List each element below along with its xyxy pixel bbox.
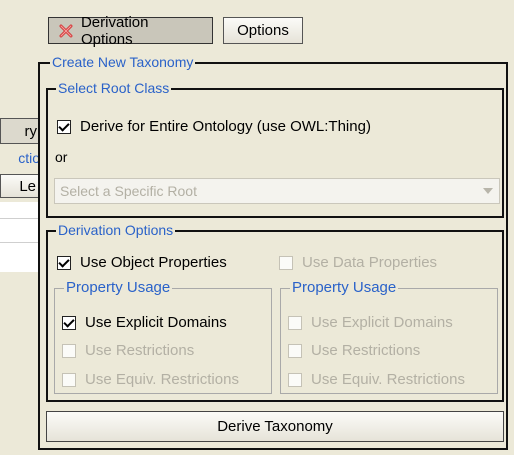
chevron-down-icon: [483, 188, 493, 194]
derive-entire-ontology-checkbox[interactable]: Derive for Entire Ontology (use OWL:Thin…: [57, 118, 371, 135]
left-explicit-domains-label: Use Explicit Domains: [85, 314, 227, 331]
specific-root-select[interactable]: Select a Specific Root: [54, 178, 500, 204]
left-equiv-restrictions-label: Use Equiv. Restrictions: [85, 371, 239, 388]
background-link[interactable]: ctio: [0, 150, 40, 168]
right-restrictions-box[interactable]: [288, 343, 302, 358]
right-equiv-restrictions-box[interactable]: [288, 372, 302, 387]
background-button[interactable]: Le: [0, 174, 40, 198]
derivation-options-legend: Derivation Options: [56, 222, 176, 238]
background-tab-label: ry: [24, 122, 38, 140]
background-link-label: ctio: [18, 150, 40, 166]
use-object-properties-label: Use Object Properties: [80, 254, 227, 271]
left-property-usage-legend: Property Usage: [64, 279, 173, 296]
left-restrictions-checkbox[interactable]: Use Restrictions: [62, 342, 194, 359]
right-equiv-restrictions-checkbox[interactable]: Use Equiv. Restrictions: [288, 371, 465, 388]
right-explicit-domains-box[interactable]: [288, 315, 302, 330]
background-tab[interactable]: ry: [0, 118, 40, 144]
use-object-properties-checkbox[interactable]: Use Object Properties: [57, 254, 227, 271]
specific-root-placeholder: Select a Specific Root: [60, 183, 197, 199]
right-property-usage-legend: Property Usage: [290, 279, 399, 296]
dialog-title: Create New Taxonomy: [50, 54, 196, 70]
derive-entire-ontology-box[interactable]: [57, 119, 71, 134]
right-explicit-domains-label: Use Explicit Domains: [311, 314, 453, 331]
use-data-properties-checkbox[interactable]: Use Data Properties: [279, 254, 437, 271]
right-restrictions-checkbox[interactable]: Use Restrictions: [288, 342, 420, 359]
background-list: [0, 202, 38, 272]
options-button[interactable]: Options: [223, 17, 303, 44]
left-explicit-domains-box[interactable]: [62, 315, 76, 330]
left-restrictions-box[interactable]: [62, 343, 76, 358]
derivation-options-label: Derivation Options: [80, 13, 149, 48]
left-equiv-restrictions-box[interactable]: [62, 372, 76, 387]
derive-taxonomy-button[interactable]: Derive Taxonomy: [46, 411, 504, 442]
use-object-properties-box[interactable]: [57, 255, 71, 270]
root-class-legend: Select Root Class: [56, 80, 172, 96]
options-label: Options: [237, 22, 289, 39]
derive-taxonomy-label: Derive Taxonomy: [217, 418, 333, 435]
left-equiv-restrictions-checkbox[interactable]: Use Equiv. Restrictions: [62, 371, 239, 388]
use-data-properties-box[interactable]: [279, 255, 293, 270]
use-data-properties-label: Use Data Properties: [302, 254, 438, 271]
derive-entire-ontology-label: Derive for Entire Ontology (use OWL:Thin…: [80, 118, 371, 135]
red-x-icon: [59, 24, 73, 37]
right-explicit-domains-checkbox[interactable]: Use Explicit Domains: [288, 314, 453, 331]
background-panel: ry ctio Le: [0, 112, 40, 272]
right-restrictions-label: Use Restrictions: [311, 342, 421, 359]
background-button-label: Le: [19, 177, 36, 195]
derivation-options-button[interactable]: Derivation Options: [48, 14, 213, 48]
right-equiv-restrictions-label: Use Equiv. Restrictions: [311, 371, 465, 388]
left-explicit-domains-checkbox[interactable]: Use Explicit Domains: [62, 314, 227, 331]
or-label: or: [55, 149, 68, 165]
left-restrictions-label: Use Restrictions: [85, 342, 195, 359]
